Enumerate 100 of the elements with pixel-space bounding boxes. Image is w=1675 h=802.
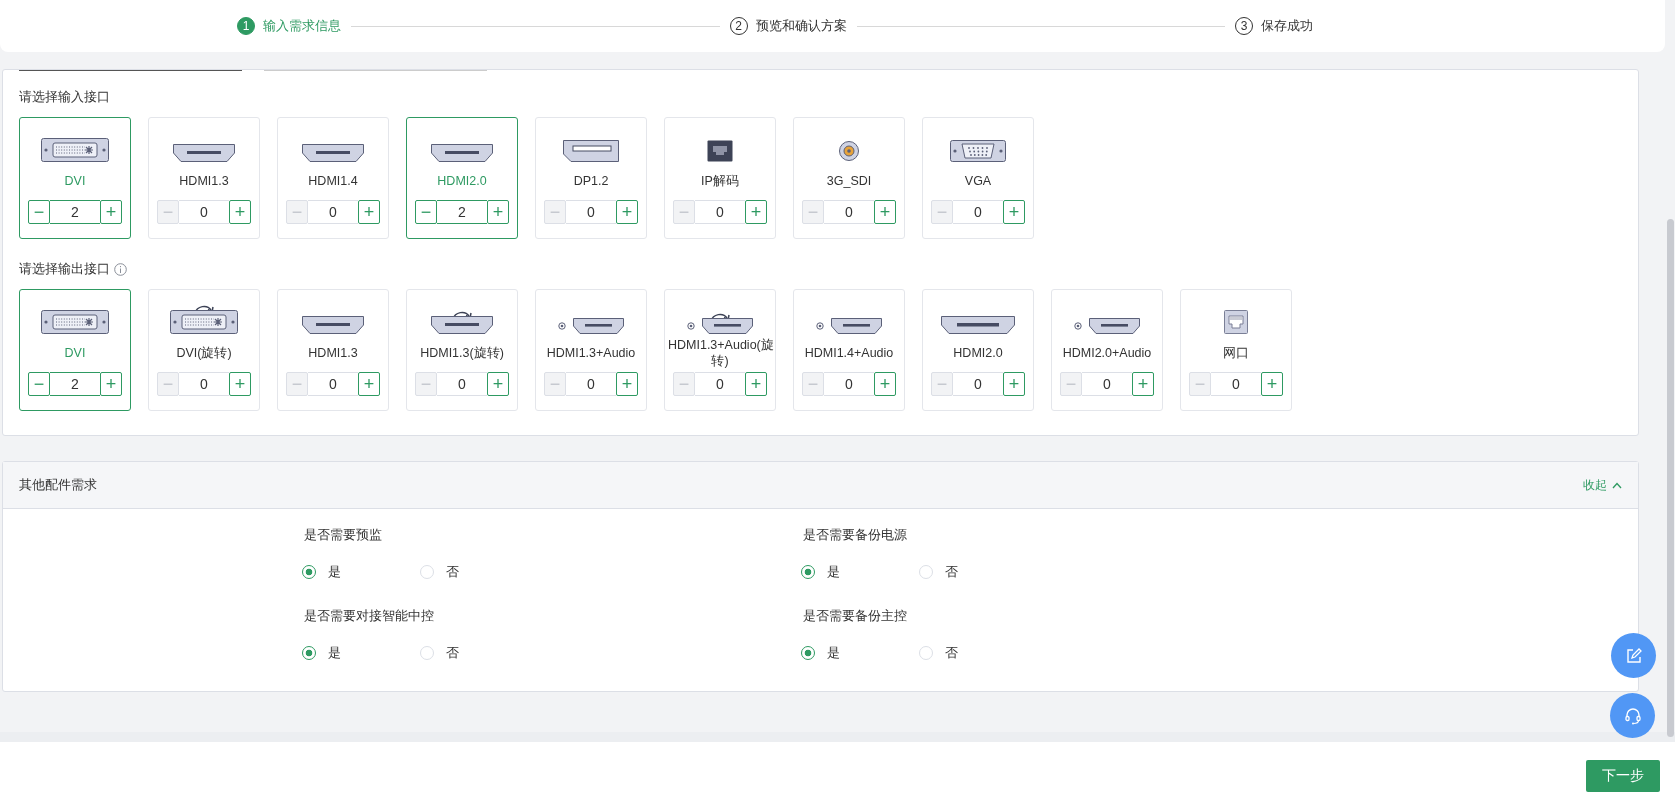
quantity-input[interactable]: 0	[1211, 372, 1261, 396]
port-label: HDMI1.4	[308, 173, 358, 189]
support-button[interactable]	[1610, 693, 1655, 738]
increment-button[interactable]: +	[616, 200, 638, 224]
increment-button[interactable]: +	[100, 200, 122, 224]
vga-port-icon	[950, 140, 1006, 162]
quantity-input[interactable]: 0	[179, 200, 229, 224]
increment-button[interactable]: +	[874, 372, 896, 396]
ethernet-port-icon	[707, 140, 733, 162]
increment-button[interactable]: +	[745, 200, 767, 224]
quantity-input[interactable]: 0	[179, 372, 229, 396]
collapse-button[interactable]: 收起	[1583, 476, 1622, 494]
radio-option[interactable]: 否	[919, 644, 1039, 663]
quantity-input[interactable]: 0	[566, 200, 616, 224]
increment-button[interactable]: +	[745, 372, 767, 396]
question-label: 是否需要对接智能中控	[304, 608, 435, 625]
increment-button[interactable]: +	[874, 200, 896, 224]
increment-button[interactable]: +	[1132, 372, 1154, 396]
quantity-input[interactable]: 0	[1082, 372, 1132, 396]
increment-button[interactable]: +	[229, 200, 251, 224]
decrement-button[interactable]: −	[415, 200, 437, 224]
decrement-button[interactable]: −	[28, 372, 50, 396]
quantity-input[interactable]: 2	[50, 372, 100, 396]
step: 2 预览和确认方案	[729, 17, 847, 35]
port-card[interactable]: 网口 − 0 +	[1180, 289, 1292, 411]
port-card[interactable]: HDMI1.4 − 0 +	[277, 117, 389, 239]
port-card[interactable]: DVI − 2 +	[19, 289, 131, 411]
port-card[interactable]: HDMI1.3 − 0 +	[277, 289, 389, 411]
radio-button[interactable]	[801, 565, 815, 580]
quantity-input[interactable]: 0	[566, 372, 616, 396]
port-label: DVI	[64, 173, 86, 189]
radio-button[interactable]	[302, 646, 316, 661]
next-step-button[interactable]: 下一步	[1586, 760, 1660, 792]
hdmi-port-icon	[941, 316, 1015, 334]
port-label: HDMI2.0	[953, 345, 1003, 361]
info-icon[interactable]	[114, 262, 127, 276]
increment-button[interactable]: +	[616, 372, 638, 396]
hdmi-port-icon	[431, 316, 493, 334]
port-label: IP解码	[701, 173, 739, 189]
question-label: 是否需要预监	[304, 527, 383, 544]
port-label: HDMI1.3+Audio(旋转)	[668, 337, 772, 369]
port-card[interactable]: 3G_SDI − 0 +	[793, 117, 905, 239]
port-label: DP1.2	[573, 173, 609, 189]
port-card[interactable]: DVI − 2 +	[19, 117, 131, 239]
port-card[interactable]: HDMI1.3+Audio − 0 +	[535, 289, 647, 411]
increment-button[interactable]: +	[487, 200, 509, 224]
port-card[interactable]: VGA − 0 +	[922, 117, 1034, 239]
scrollbar-thumb[interactable]	[1667, 219, 1674, 737]
port-card[interactable]: HDMI1.3(旋转) − 0 +	[406, 289, 518, 411]
increment-button[interactable]: +	[100, 372, 122, 396]
increment-button[interactable]: +	[487, 372, 509, 396]
increment-button[interactable]: +	[358, 200, 380, 224]
port-card[interactable]: HDMI1.3 − 0 +	[148, 117, 260, 239]
radio-option[interactable]: 否	[420, 563, 540, 582]
quantity-input[interactable]: 0	[437, 372, 487, 396]
port-card[interactable]: DVI(旋转) − 0 +	[148, 289, 260, 411]
quantity-input[interactable]: 0	[824, 372, 874, 396]
radio-button[interactable]	[302, 565, 316, 580]
step: 1 输入需求信息	[237, 17, 341, 35]
port-card[interactable]: HDMI2.0 − 2 +	[406, 117, 518, 239]
radio-option[interactable]: 否	[420, 644, 540, 663]
radio-button[interactable]	[801, 646, 815, 661]
port-label: 网口	[1223, 345, 1249, 361]
section-label: 请选择输出接口	[19, 260, 110, 278]
increment-button[interactable]: +	[358, 372, 380, 396]
port-label: HDMI1.4+Audio	[804, 345, 894, 361]
increment-button[interactable]: +	[1003, 200, 1025, 224]
quantity-input[interactable]: 0	[953, 372, 1003, 396]
question-label: 是否需要备份主控	[803, 608, 908, 625]
port-card[interactable]: DP1.2 − 0 +	[535, 117, 647, 239]
dvi-port-icon	[41, 138, 109, 162]
quantity-input[interactable]: 0	[695, 200, 745, 224]
port-card[interactable]: HDMI1.3+Audio(旋转) − 0 +	[664, 289, 776, 411]
hdmi-audio-port-icon	[816, 318, 882, 334]
port-card[interactable]: HDMI2.0 − 0 +	[922, 289, 1034, 411]
displayport-icon	[563, 140, 619, 162]
port-card[interactable]: HDMI1.4+Audio − 0 +	[793, 289, 905, 411]
increment-button[interactable]: +	[1003, 372, 1025, 396]
decrement-button[interactable]: −	[28, 200, 50, 224]
radio-option[interactable]: 是	[801, 644, 921, 663]
panel-title: 其他配件需求	[19, 476, 97, 495]
quantity-input[interactable]: 2	[437, 200, 487, 224]
quantity-input[interactable]: 0	[308, 200, 358, 224]
increment-button[interactable]: +	[229, 372, 251, 396]
port-card[interactable]: IP解码 − 0 +	[664, 117, 776, 239]
radio-option[interactable]: 是	[302, 563, 422, 582]
radio-option[interactable]: 否	[919, 563, 1039, 582]
quantity-input[interactable]: 2	[50, 200, 100, 224]
quantity-input[interactable]: 0	[308, 372, 358, 396]
port-label: HDMI2.0+Audio	[1062, 345, 1152, 361]
quantity-input[interactable]: 0	[953, 200, 1003, 224]
quantity-input[interactable]: 0	[695, 372, 745, 396]
port-card[interactable]: HDMI2.0+Audio − 0 +	[1051, 289, 1163, 411]
headset-icon	[1623, 706, 1642, 725]
chevron-icon	[1612, 481, 1622, 489]
increment-button[interactable]: +	[1261, 372, 1283, 396]
dvi-port-icon	[170, 310, 238, 334]
quantity-input[interactable]: 0	[824, 200, 874, 224]
radio-option[interactable]: 是	[302, 644, 422, 663]
radio-option[interactable]: 是	[801, 563, 921, 582]
